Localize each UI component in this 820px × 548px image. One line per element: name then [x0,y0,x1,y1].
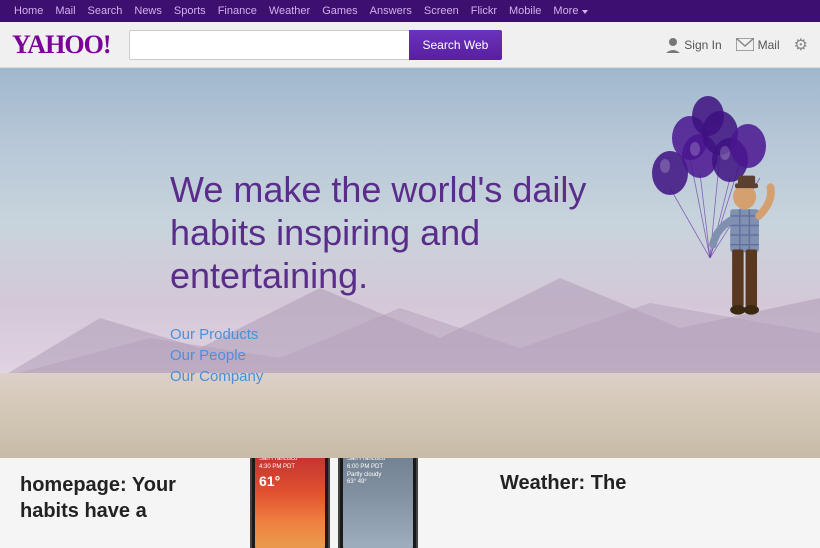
phone-2: San Francisco 6:00 PM PDT Partly cloudy … [338,458,418,548]
mail-icon [736,38,754,51]
search-button[interactable]: Search Web [409,30,503,60]
person-icon [666,37,680,53]
phone-1: San Francisco 4:30 PM PDT 61° [250,458,330,548]
hero-links: Our Products Our People Our Company [170,326,670,385]
mail-button[interactable]: Mail [736,38,780,52]
bottom-right-heading: Weather: The [500,472,800,495]
nav-weather[interactable]: Weather [263,5,316,17]
nav-mail[interactable]: Mail [49,5,81,17]
phone-1-text: San Francisco 4:30 PM PDT 61° [255,458,325,494]
nav-games[interactable]: Games [316,5,363,17]
phone-1-screen: San Francisco 4:30 PM PDT 61° [255,458,325,548]
bottom-section: homepage: Your habits have a San Francis… [0,458,820,548]
our-company-link[interactable]: Our Company [170,368,670,385]
nav-news[interactable]: News [128,5,168,17]
nav-search[interactable]: Search [82,5,129,17]
hero-section: We make the world's daily habits inspiri… [0,68,820,458]
search-box: Search Web [129,30,657,60]
mail-label: Mail [758,38,780,52]
bottom-left-heading: homepage: Your habits have a [20,472,220,524]
person-figure-svg [690,168,780,398]
phone-2-text: San Francisco 6:00 PM PDT Partly cloudy … [343,458,413,491]
bottom-phones: San Francisco 4:30 PM PDT 61° San Franci… [250,472,470,548]
settings-button[interactable]: ⚙ [794,35,808,55]
more-chevron-icon [582,10,588,14]
phone-2-screen: San Francisco 6:00 PM PDT Partly cloudy … [343,458,413,548]
yahoo-logo: YAHOO! [12,30,111,60]
nav-home[interactable]: Home [8,5,49,17]
nav-mobile[interactable]: Mobile [503,5,547,17]
hero-text-block: We make the world's daily habits inspiri… [170,168,670,385]
nav-flickr[interactable]: Flickr [465,5,503,17]
nav-bar: Home Mail Search News Sports Finance Wea… [0,0,820,22]
nav-more-label[interactable]: More [547,5,580,17]
hero-headline: We make the world's daily habits inspiri… [170,168,670,298]
nav-finance[interactable]: Finance [212,5,263,17]
search-input[interactable] [129,30,409,60]
nav-sports[interactable]: Sports [168,5,212,17]
header-right: Sign In Mail ⚙ [666,35,808,55]
nav-screen[interactable]: Screen [418,5,465,17]
our-products-link[interactable]: Our Products [170,326,670,343]
bottom-left: homepage: Your habits have a [20,472,220,524]
nav-answers[interactable]: Answers [364,5,418,17]
sign-in-button[interactable]: Sign In [666,37,721,53]
gear-icon: ⚙ [794,35,808,55]
our-people-link[interactable]: Our People [170,347,670,364]
sign-in-label: Sign In [684,38,721,52]
bottom-right: Weather: The [500,472,800,495]
header: YAHOO! Search Web Sign In Mail ⚙ [0,22,820,68]
nav-more[interactable]: More [547,5,588,17]
